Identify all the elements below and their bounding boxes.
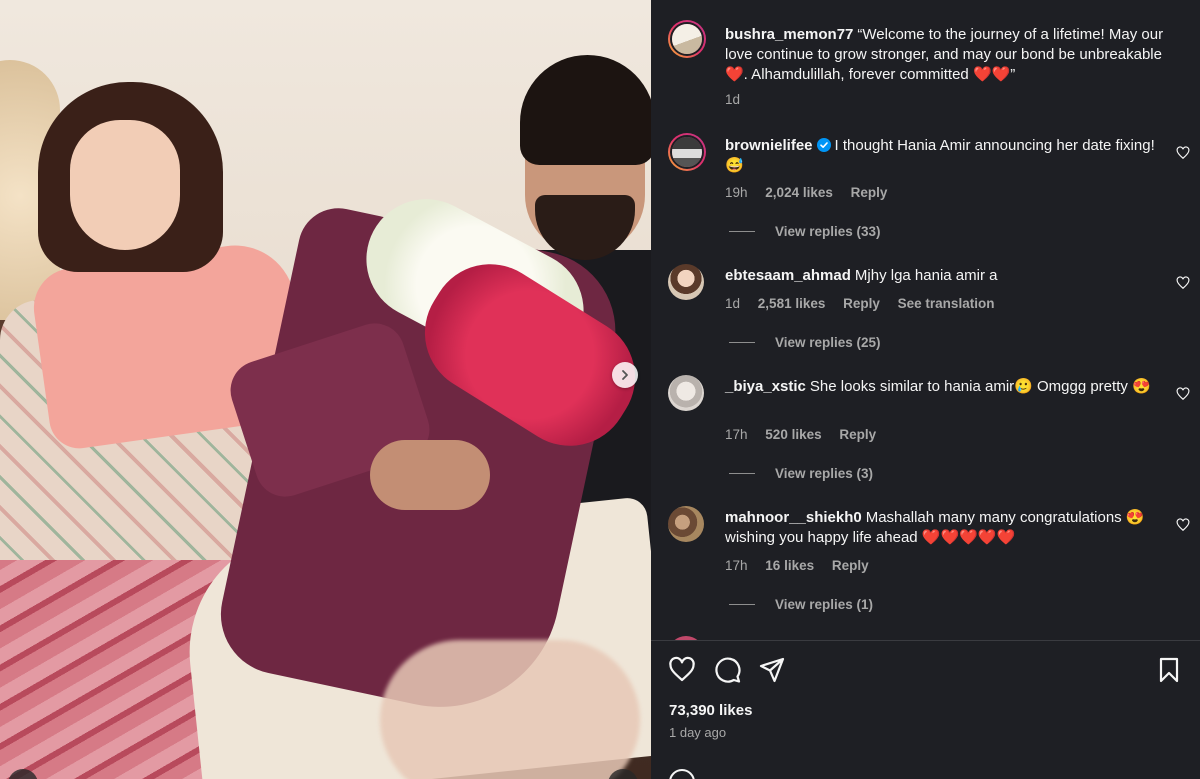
comment-text: brownielifee I thought Hania Amir announc… [725,136,1165,176]
see-translation-button[interactable]: See translation [898,296,995,311]
comment-like-heart-icon[interactable] [1176,146,1190,160]
photo-woman-face [70,120,180,250]
caption-text: bushra_memon77 “Welcome to the journey of… [725,25,1165,85]
post-time-ago: 1 day ago [669,725,727,740]
comment-icon[interactable] [713,656,741,684]
replies-divider [729,231,755,232]
post-actions-bar [668,656,1183,684]
next-media-button[interactable] [612,362,638,388]
photo-blurred-hand [380,640,640,779]
comment-time: 1d [725,296,741,311]
comment-meta: 17h 16 likes Reply [725,558,883,573]
comment-meta: 17h 520 likes Reply [725,427,890,442]
reply-button[interactable]: Reply [839,427,876,442]
reply-button[interactable]: Reply [851,185,888,200]
comment-time: 17h [725,427,748,442]
view-replies-label: View replies (25) [775,335,881,350]
chevron-right-icon [622,370,628,380]
comment-avatar[interactable] [668,375,704,411]
actions-divider [651,640,1200,641]
comment-meta: 19h 2,024 likes Reply [725,185,901,200]
replies-divider [729,342,755,343]
comment-username[interactable]: brownielifee [725,137,813,154]
post-media[interactable] [0,0,651,779]
emoji-picker-icon[interactable] [669,769,695,779]
view-replies-label: View replies (3) [775,466,874,481]
verified-badge-icon [816,138,831,152]
comments-list[interactable]: bushra_memon77 “Welcome to the journey of… [651,0,1200,640]
replies-divider [729,604,755,605]
comment-avatar[interactable] [668,133,706,171]
comment-text: ebtesaam_ahmad Mjhy lga hania amir a [725,266,1165,286]
comment-body: Mjhy lga hania amir a [854,267,998,284]
comment-likes[interactable]: 16 likes [765,558,814,573]
replies-divider [729,473,755,474]
comment-body: She looks similar to hania amir🥲 Omggg p… [809,378,1151,395]
comment-meta: 1d 2,581 likes Reply See translation [725,296,1008,311]
comment-text: _biya_xstic She looks similar to hania am… [725,377,1165,397]
view-replies-button[interactable]: View replies (1) [729,597,873,612]
comment-username[interactable]: ebtesaam_ahmad [725,267,851,284]
comment-avatar[interactable] [668,506,704,542]
comment-text: mahnoor__shiekh0 Mashallah many many cong… [725,508,1165,548]
heart-icon[interactable] [668,656,696,684]
view-replies-label: View replies (1) [775,597,874,612]
comment-avatar[interactable] [668,264,704,300]
post-likes-count[interactable]: 73,390 likes [669,702,752,719]
comment-username[interactable]: _biya_xstic [725,378,806,395]
comment-likes[interactable]: 2,581 likes [758,296,826,311]
reply-button[interactable]: Reply [843,296,880,311]
caption-meta: 1d [725,92,754,107]
view-replies-button[interactable]: View replies (3) [729,466,873,481]
bookmark-icon[interactable] [1155,656,1183,684]
view-replies-button[interactable]: View replies (25) [729,335,881,350]
view-replies-button[interactable]: View replies (33) [729,224,881,239]
comment-username[interactable]: mahnoor__shiekh0 [725,509,862,526]
comment-time: 17h [725,558,748,573]
comment-like-heart-icon[interactable] [1176,387,1190,401]
caption-username[interactable]: bushra_memon77 [725,26,853,43]
share-icon[interactable] [758,656,786,684]
caption-author-avatar[interactable] [668,20,706,58]
reply-button[interactable]: Reply [832,558,869,573]
comment-time: 19h [725,185,748,200]
photo-man-hand [370,440,490,510]
comments-panel: bushra_memon77 “Welcome to the journey of… [651,0,1200,779]
comment-like-heart-icon[interactable] [1176,518,1190,532]
caption-time: 1d [725,92,741,107]
comment-likes[interactable]: 2,024 likes [765,185,833,200]
comment-like-heart-icon[interactable] [1176,276,1190,290]
view-replies-label: View replies (33) [775,224,881,239]
comment-likes[interactable]: 520 likes [765,427,821,442]
